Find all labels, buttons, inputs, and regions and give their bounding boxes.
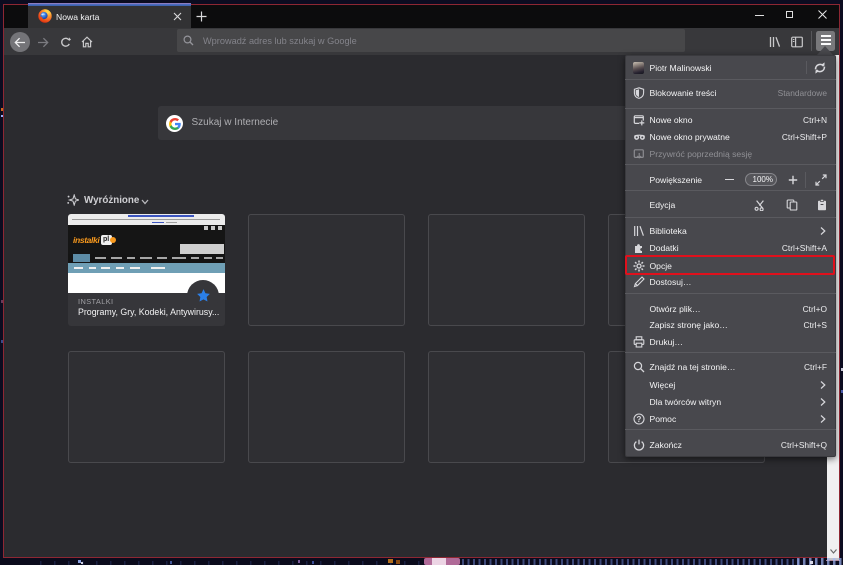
svg-text:?: ? — [637, 414, 642, 423]
